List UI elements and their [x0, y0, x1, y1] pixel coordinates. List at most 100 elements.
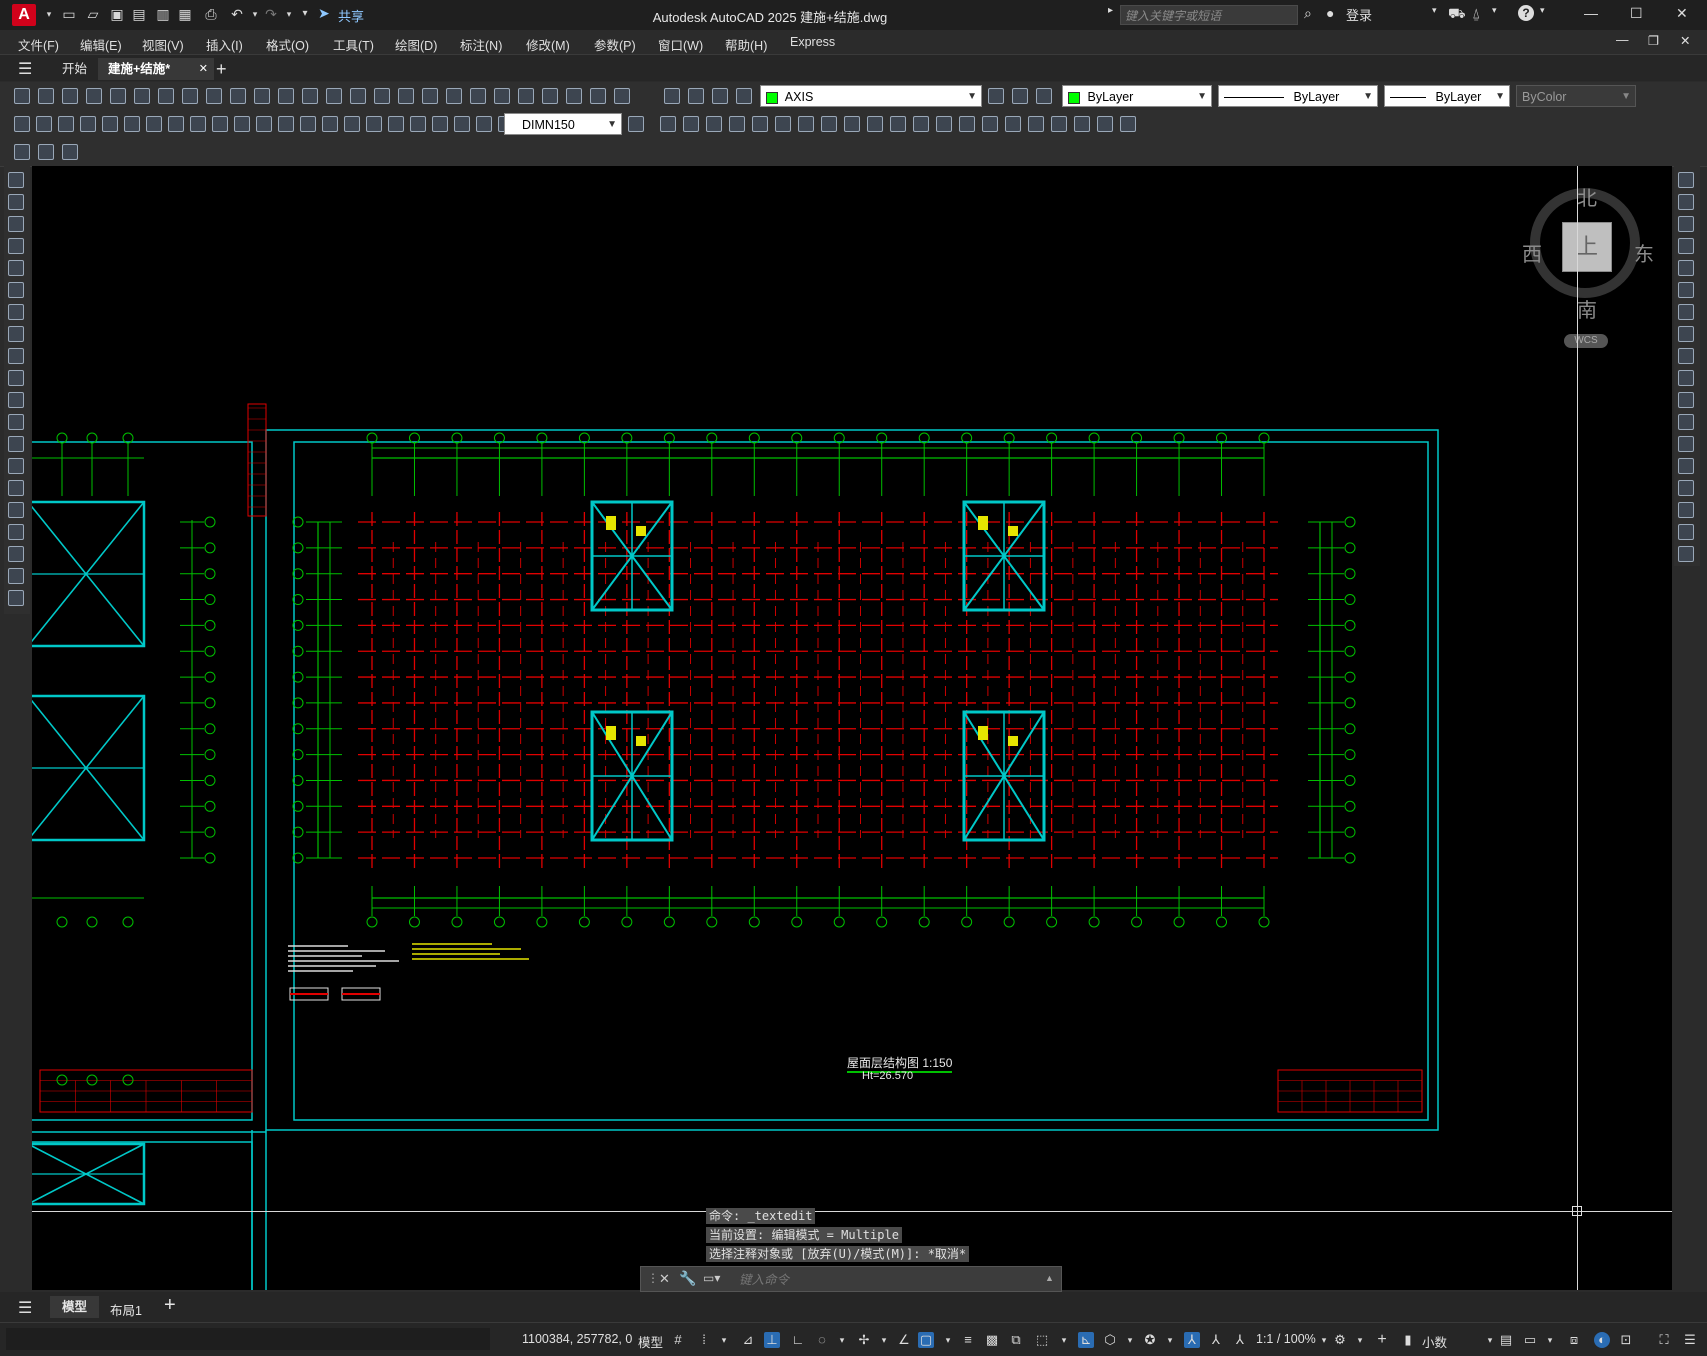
draw-tool-14-icon[interactable] — [8, 458, 24, 474]
gear-icon[interactable]: ⚙ — [1332, 1332, 1348, 1348]
polar-chevron-icon[interactable]: ▾ — [834, 1332, 850, 1348]
standard-button-26-icon[interactable] — [614, 88, 630, 104]
menu-window[interactable]: 窗口(W) — [658, 35, 703, 54]
isodraft-icon[interactable]: ✢ — [856, 1332, 872, 1348]
modify-tool-13-icon[interactable] — [1678, 436, 1694, 452]
draw-tool-6-icon[interactable] — [8, 282, 24, 298]
customize-quick-access-icon[interactable]: ▾ — [296, 5, 314, 23]
standard-button-29-icon[interactable] — [712, 88, 728, 104]
app-menu-chevron-icon[interactable]: ▾ — [40, 5, 58, 23]
coordinate-readout[interactable]: 1100384, 257782, 0 — [522, 1332, 632, 1346]
lineweight-icon[interactable]: ≡ — [960, 1332, 976, 1348]
draw-tool-16-icon[interactable] — [8, 502, 24, 518]
dimension-button-32-icon[interactable] — [821, 116, 837, 132]
customize-status-icon[interactable]: ☰ — [1682, 1332, 1698, 1348]
3d-osnap-chevron-icon[interactable]: ▾ — [1056, 1332, 1072, 1348]
dimension-button-44-icon[interactable] — [1097, 116, 1113, 132]
login-button[interactable]: 登录 — [1346, 5, 1372, 24]
selection-filter-icon[interactable]: ⬡ — [1102, 1332, 1118, 1348]
lock-ui-icon[interactable]: ▭ — [1522, 1332, 1538, 1348]
dimension-button-8-icon[interactable] — [168, 116, 184, 132]
units-icon[interactable]: ▮ — [1400, 1332, 1416, 1348]
modify-tool-14-icon[interactable] — [1678, 458, 1694, 474]
standard-button-25-icon[interactable] — [590, 88, 606, 104]
draw-tool-9-icon[interactable] — [8, 348, 24, 364]
dimension-button-26-icon[interactable] — [683, 116, 699, 132]
standard-button-17-icon[interactable] — [398, 88, 414, 104]
standard-button-21-icon[interactable] — [494, 88, 510, 104]
filter-chevron-icon[interactable]: ▾ — [1122, 1332, 1138, 1348]
viewcube-top-face[interactable]: 上 — [1562, 222, 1612, 272]
model-space-toggle[interactable]: 模型 — [638, 1332, 663, 1351]
modify-tool-15-icon[interactable] — [1678, 480, 1694, 496]
dimension-button-18-icon[interactable] — [388, 116, 404, 132]
dimension-button-27-icon[interactable] — [706, 116, 722, 132]
viewcube-west[interactable]: 西 — [1522, 238, 1542, 267]
layer-dropdown[interactable]: AXIS ▼ — [760, 85, 982, 107]
dimension-button-15-icon[interactable] — [322, 116, 338, 132]
history-expand-icon[interactable]: ▲ — [1045, 1273, 1054, 1283]
dimension-button-31-icon[interactable] — [798, 116, 814, 132]
save-as-icon[interactable]: ▤ — [130, 5, 148, 23]
draw-tool-10-icon[interactable] — [8, 370, 24, 386]
standard-button-9-icon[interactable] — [206, 88, 222, 104]
grip-icon[interactable]: ⋮ — [647, 1271, 659, 1285]
gizmo-icon[interactable]: ✪ — [1142, 1332, 1158, 1348]
units-value[interactable]: 小数 — [1422, 1332, 1447, 1351]
dimension-button-5-icon[interactable] — [102, 116, 118, 132]
doc-close-icon[interactable]: ✕ — [1680, 33, 1690, 48]
dimension-button-1-icon[interactable] — [14, 116, 30, 132]
standard-button-4-icon[interactable] — [86, 88, 102, 104]
dimension-button-7-icon[interactable] — [146, 116, 162, 132]
dimension-button-12-icon[interactable] — [256, 116, 272, 132]
scale-chevron-icon[interactable]: ▾ — [1316, 1332, 1332, 1348]
standard-button-8-icon[interactable] — [182, 88, 198, 104]
modify-tool-12-icon[interactable] — [1678, 414, 1694, 430]
draw-tool-15-icon[interactable] — [8, 480, 24, 496]
menu-file[interactable]: 文件(F) — [18, 35, 59, 54]
dimstyle-dropdown[interactable]: DIMN150 ▼ — [504, 113, 622, 135]
dimension-button-29-icon[interactable] — [752, 116, 768, 132]
menu-tools[interactable]: 工具(T) — [333, 35, 374, 54]
selection-cycling-icon[interactable]: ⧉ — [1008, 1332, 1024, 1348]
dimension-button-20-icon[interactable] — [432, 116, 448, 132]
standard-button-15-icon[interactable] — [350, 88, 366, 104]
layout-menu-icon[interactable]: ☰ — [18, 1298, 32, 1318]
dimension-button-43-icon[interactable] — [1074, 116, 1090, 132]
menu-express[interactable]: Express — [790, 35, 835, 49]
clean-screen-icon[interactable]: ⊡ — [1618, 1332, 1634, 1348]
modify-tool-5-icon[interactable] — [1678, 260, 1694, 276]
dimension-button-36-icon[interactable] — [913, 116, 929, 132]
menu-view[interactable]: 视图(V) — [142, 35, 184, 54]
undo-icon[interactable]: ↶ — [228, 5, 246, 23]
dimension-button-17-icon[interactable] — [366, 116, 382, 132]
lock-chevron-icon[interactable]: ▾ — [1542, 1332, 1558, 1348]
standard-button-10-icon[interactable] — [230, 88, 246, 104]
standard-button-28-icon[interactable] — [688, 88, 704, 104]
draw-tool-12-icon[interactable] — [8, 414, 24, 430]
menu-help[interactable]: 帮助(H) — [725, 35, 767, 54]
menu-modify[interactable]: 修改(M) — [526, 35, 570, 54]
dimension-button-34-icon[interactable] — [867, 116, 883, 132]
modify-tool-2-icon[interactable] — [1678, 194, 1694, 210]
save-web-icon[interactable]: ▦ — [176, 5, 194, 23]
maximize-window-icon[interactable]: ☐ — [1630, 5, 1643, 22]
draw-tool-2-icon[interactable] — [8, 194, 24, 210]
snap-chevron-icon[interactable]: ▾ — [716, 1332, 732, 1348]
tab-layout1[interactable]: 布局1 — [110, 1300, 142, 1319]
modify-tool-11-icon[interactable] — [1678, 392, 1694, 408]
draw-tool-17-icon[interactable] — [8, 524, 24, 540]
annotation-scale-value[interactable]: 1:1 / 100% — [1256, 1332, 1316, 1346]
hamburger-menu-icon[interactable]: ☰ — [18, 59, 32, 79]
annotation-visibility-icon[interactable]: ⅄ — [1184, 1332, 1200, 1348]
dimension-button-37-icon[interactable] — [936, 116, 952, 132]
dimension-button-45-icon[interactable] — [1120, 116, 1136, 132]
draw-tool-4-icon[interactable] — [8, 238, 24, 254]
menu-insert[interactable]: 插入(I) — [206, 35, 243, 54]
modify-tool-7-icon[interactable] — [1678, 304, 1694, 320]
viewcube-south[interactable]: 南 — [1577, 294, 1597, 323]
standard-button-16-icon[interactable] — [374, 88, 390, 104]
close-window-icon[interactable]: ✕ — [1676, 5, 1688, 22]
menu-format[interactable]: 格式(O) — [266, 35, 309, 54]
standard-button-5-icon[interactable] — [110, 88, 126, 104]
